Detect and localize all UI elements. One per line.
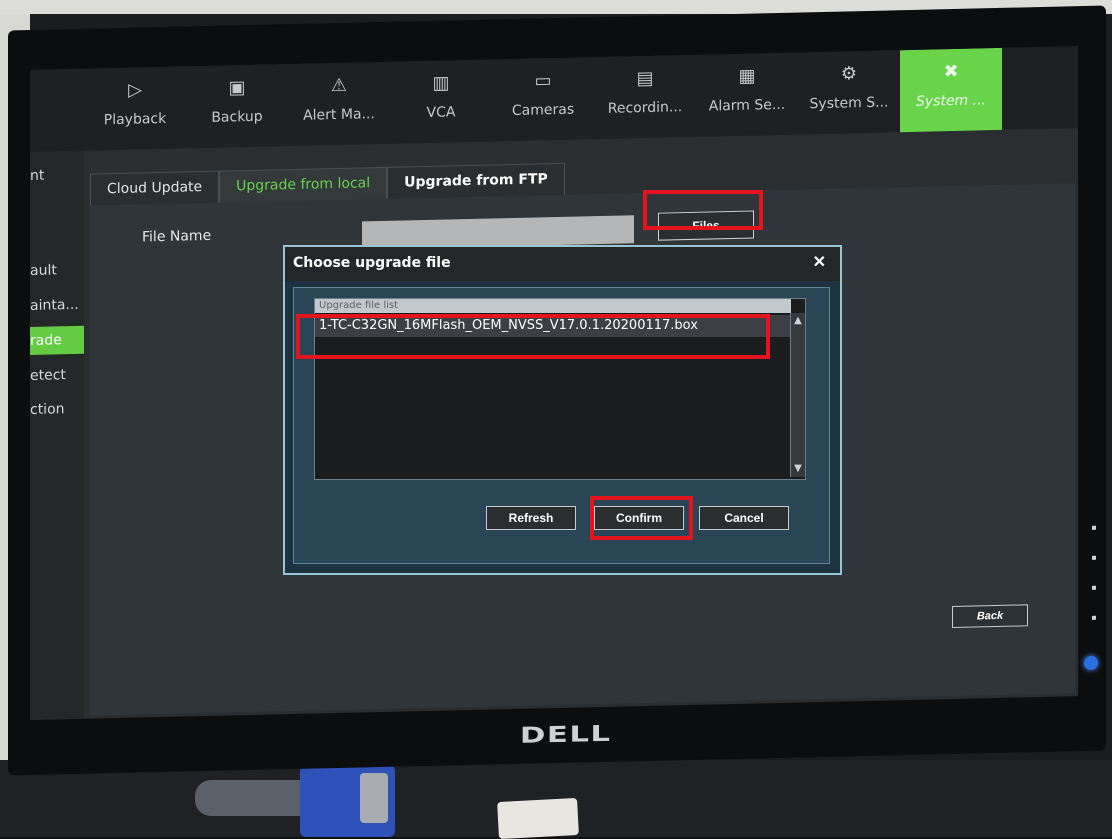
camera-icon: ▭ xyxy=(534,70,552,92)
list-scrollbar[interactable]: ▲ ▼ xyxy=(790,313,805,477)
left-menu: nt ault ainta... rade etect ction xyxy=(30,150,84,720)
tools-icon: ✖ xyxy=(943,60,959,83)
nav-system-settings[interactable]: ⚙ System S... xyxy=(798,50,900,134)
nav-backup[interactable]: ▣ Backup xyxy=(186,64,288,148)
file-name-label: File Name xyxy=(142,227,212,246)
nav-alarm-settings[interactable]: ▦ Alarm Se... xyxy=(696,53,798,137)
tab-upgrade-from-local[interactable]: Upgrade from local xyxy=(219,166,388,204)
floppy-icon: ▣ xyxy=(228,77,246,99)
left-menu-item[interactable]: nt xyxy=(30,161,84,190)
left-menu-item-upgrade[interactable]: rade xyxy=(30,325,84,355)
nav-cameras[interactable]: ▭ Cameras xyxy=(492,57,594,141)
top-navigation: ▷ Playback ▣ Backup ⚠ Alert Ma... ▥ VCA ▭ Cam… xyxy=(30,46,1078,152)
dialog-titlebar: Choose upgrade file ✕ xyxy=(285,247,840,281)
settings-icon: ⚙ xyxy=(840,63,858,85)
recording-icon: ▤ xyxy=(636,67,654,90)
nav-alert-management[interactable]: ⚠ Alert Ma... xyxy=(288,62,390,146)
left-menu-item[interactable]: ainta... xyxy=(30,291,84,320)
vga-connector xyxy=(300,765,395,837)
paper-note xyxy=(497,797,579,839)
bars-icon: ▥ xyxy=(432,72,450,94)
nav-system-maintenance[interactable]: ✖ System ... xyxy=(900,47,1002,133)
highlight-confirm-button xyxy=(590,496,693,540)
playback-icon: ▷ xyxy=(128,79,142,101)
monitor-cable xyxy=(195,780,315,816)
nav-recording[interactable]: ▤ Recordin... xyxy=(594,55,696,139)
nav-vca[interactable]: ▥ VCA xyxy=(390,59,492,143)
close-icon[interactable]: ✕ xyxy=(807,251,832,273)
tab-cloud-update[interactable]: Cloud Update xyxy=(90,170,220,207)
monitor-brand-logo: DELL xyxy=(519,721,612,749)
power-led xyxy=(1084,655,1098,671)
chevron-down-icon[interactable]: ▼ xyxy=(792,463,804,475)
highlight-file-row xyxy=(296,314,770,359)
highlight-files-button xyxy=(643,190,763,230)
cancel-button[interactable]: Cancel xyxy=(699,506,789,530)
list-header: Upgrade file list xyxy=(315,299,791,313)
back-button[interactable]: Back xyxy=(952,604,1028,629)
choose-upgrade-file-dialog: Choose upgrade file ✕ Upgrade file list … xyxy=(283,245,842,575)
alarm-icon: ▦ xyxy=(738,65,756,87)
refresh-button[interactable]: Refresh xyxy=(486,506,576,530)
chevron-up-icon[interactable]: ▲ xyxy=(792,315,804,327)
alert-icon: ⚠ xyxy=(330,74,348,97)
tab-upgrade-from-ftp[interactable]: Upgrade from FTP xyxy=(387,162,565,200)
dialog-title: Choose upgrade file xyxy=(293,255,451,271)
left-menu-item[interactable]: ction xyxy=(30,395,84,424)
left-menu-item[interactable]: ault xyxy=(30,256,84,285)
nav-playback[interactable]: ▷ Playback xyxy=(84,66,186,150)
left-menu-item[interactable]: etect xyxy=(30,361,84,390)
